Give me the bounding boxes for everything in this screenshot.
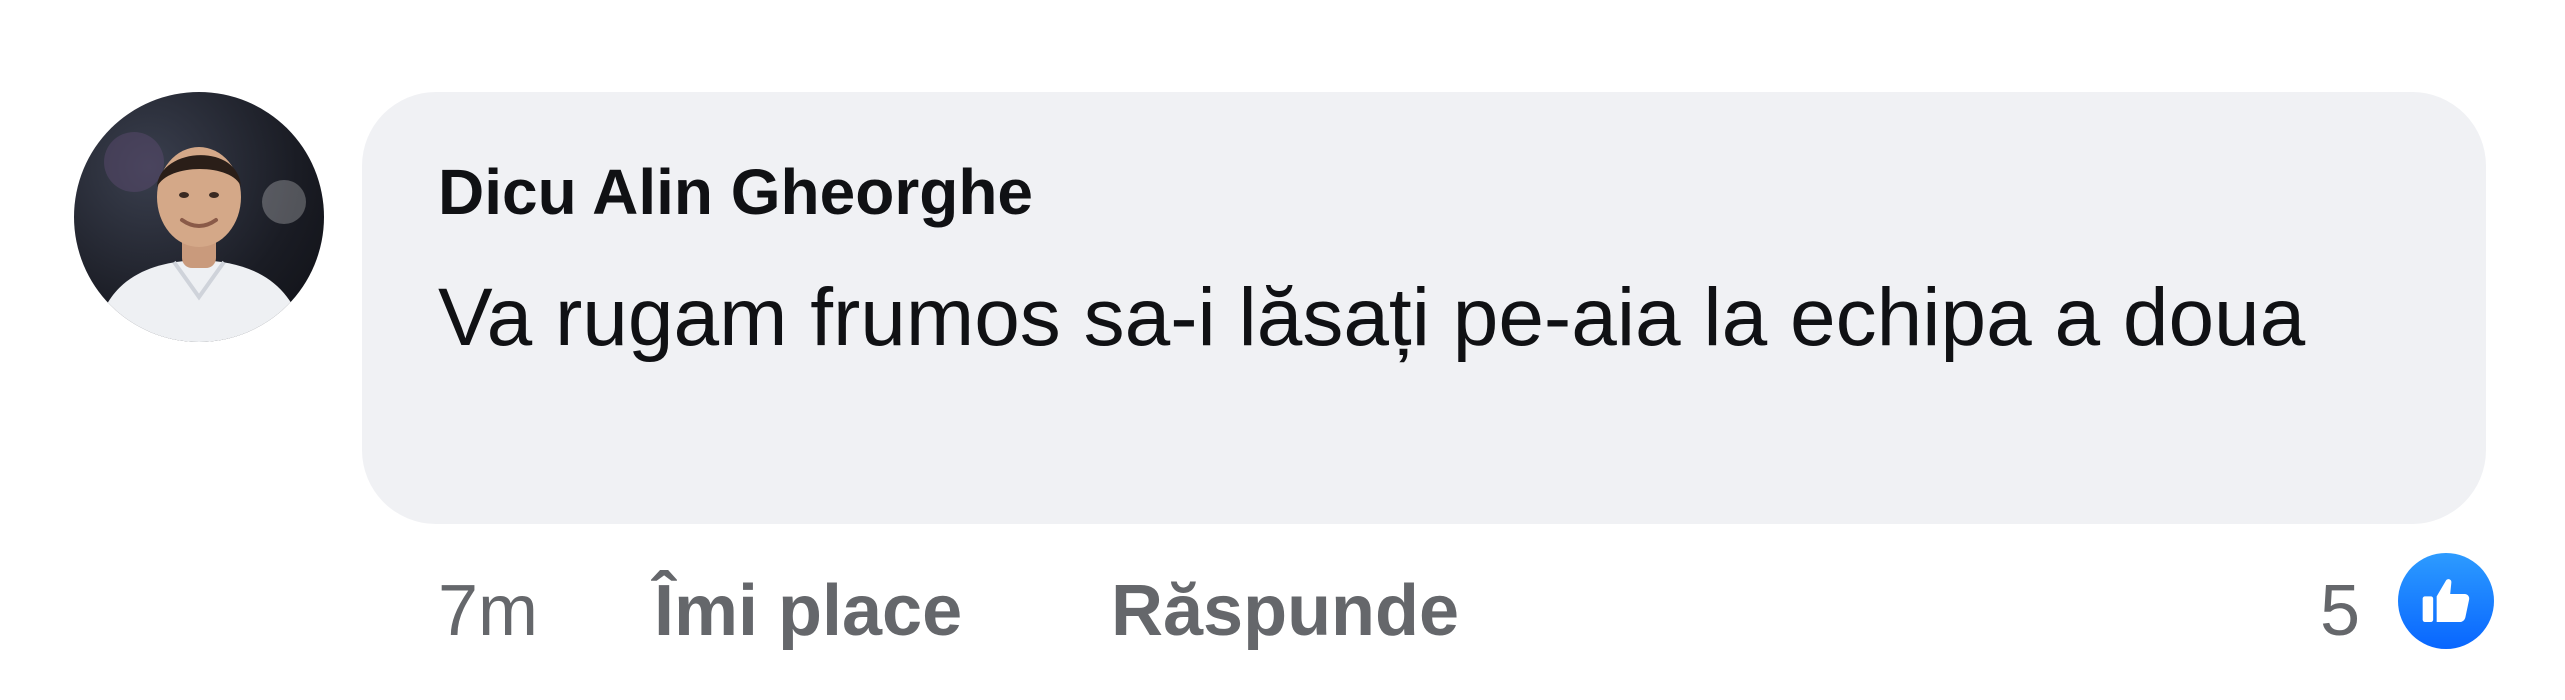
avatar[interactable]	[74, 92, 324, 342]
reaction-count[interactable]: 5	[2320, 566, 2360, 656]
reply-button[interactable]: Răspunde	[1111, 566, 1459, 656]
thumbs-up-glyph	[2422, 579, 2470, 622]
comment-text: Va rugam frumos sa-i lăsați pe-aia la ec…	[438, 272, 2306, 363]
thumbs-up-icon[interactable]	[2393, 548, 2499, 654]
comment-author[interactable]: Dicu Alin Gheorghe	[438, 154, 1033, 230]
avatar-photo	[94, 132, 306, 342]
like-button[interactable]: Îmi place	[654, 566, 962, 656]
comment-timestamp[interactable]: 7m	[438, 566, 538, 656]
